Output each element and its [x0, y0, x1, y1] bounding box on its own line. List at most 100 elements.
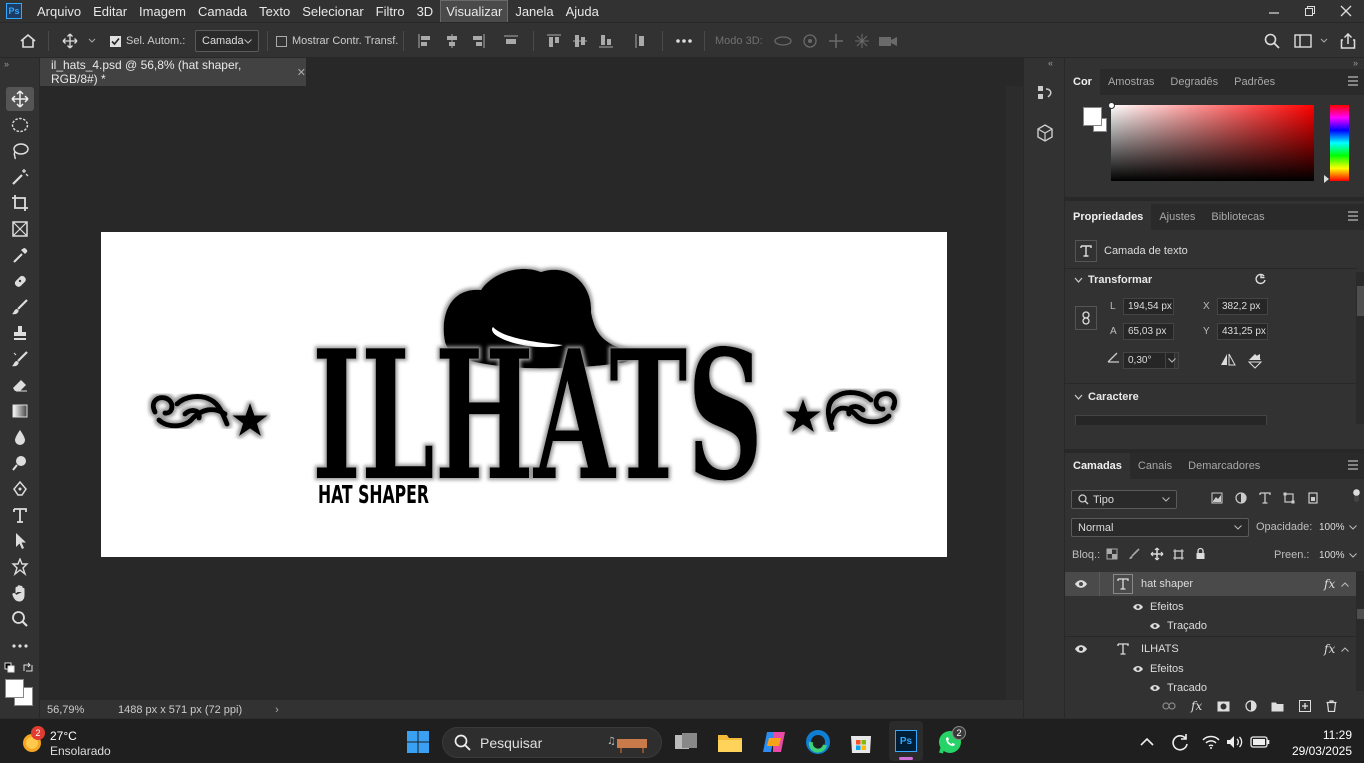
photoshop-taskbar-icon[interactable]: Ps [889, 721, 923, 761]
roll-3d-icon[interactable] [800, 23, 820, 59]
file-explorer-icon[interactable] [715, 719, 745, 763]
transform-collapse-icon[interactable] [1074, 277, 1083, 283]
status-expand-icon[interactable]: › [275, 704, 279, 716]
collapse-right-panels-icon[interactable]: » [1353, 58, 1358, 68]
collapse-panels-icon[interactable]: « [1048, 58, 1053, 68]
filter-smart-object-icon[interactable] [1307, 492, 1319, 504]
color-field[interactable] [1108, 102, 1314, 181]
distribute-vertical-icon[interactable] [632, 23, 650, 59]
fill-field[interactable]: 100% [1315, 546, 1349, 565]
volume-icon[interactable] [1225, 719, 1245, 763]
dodge-tool-icon[interactable] [6, 451, 34, 475]
tab-degrades[interactable]: Degradês [1162, 69, 1226, 95]
clock-date[interactable]: 29/03/2025 [1280, 744, 1352, 758]
tab-propriedades[interactable]: Propriedades [1065, 204, 1152, 230]
default-colors-icon[interactable] [4, 662, 16, 674]
align-left-icon[interactable] [416, 23, 434, 59]
link-layers-icon[interactable] [1162, 702, 1176, 710]
lock-position-icon[interactable] [1150, 547, 1164, 561]
menu-janela[interactable]: Janela [510, 1, 558, 22]
share-icon[interactable] [1338, 23, 1358, 59]
shape-tool-icon[interactable] [6, 555, 34, 579]
minimize-icon[interactable] [1256, 0, 1292, 22]
camera-3d-icon[interactable] [877, 23, 899, 59]
swap-colors-icon[interactable] [22, 662, 34, 674]
reset-transform-icon[interactable] [1254, 273, 1267, 286]
fx-icon[interactable]: fx [1324, 642, 1335, 656]
link-dimensions-icon[interactable] [1075, 306, 1097, 330]
tab-canais[interactable]: Canais [1130, 453, 1180, 479]
flip-vertical-icon[interactable] [1248, 353, 1262, 369]
lock-artboard-icon[interactable] [1172, 548, 1185, 561]
pan-3d-icon[interactable] [826, 23, 846, 59]
menu-selecionar[interactable]: Selecionar [297, 1, 368, 22]
crop-tool-icon[interactable] [6, 191, 34, 215]
hue-slider-handle[interactable] [1324, 175, 1329, 183]
task-view-icon[interactable] [672, 719, 700, 763]
brush-tool-icon[interactable] [6, 295, 34, 319]
more-options-icon[interactable] [674, 23, 694, 59]
new-layer-icon[interactable] [1299, 700, 1311, 712]
tab-camadas[interactable]: Camadas [1065, 453, 1130, 479]
collapse-effects-icon[interactable] [1341, 581, 1349, 587]
fx-icon[interactable]: fx [1324, 577, 1335, 591]
menu-camada[interactable]: Camada [193, 1, 252, 22]
layer-row-ilhats[interactable]: ILHATS fx [1065, 637, 1357, 661]
menu-editar[interactable]: Editar [88, 1, 132, 22]
tab-amostras[interactable]: Amostras [1100, 69, 1162, 95]
align-center-icon[interactable] [443, 23, 461, 59]
menu-texto[interactable]: Texto [254, 1, 295, 22]
canvas-vertical-scrollbar[interactable] [1006, 86, 1023, 700]
filter-type-icon[interactable] [1259, 492, 1271, 504]
restore-icon[interactable] [1292, 0, 1328, 22]
delete-layer-icon[interactable] [1326, 700, 1337, 712]
windows-start-icon[interactable] [404, 719, 432, 763]
color-picker-handle[interactable] [1108, 102, 1115, 109]
healing-brush-tool-icon[interactable] [6, 269, 34, 293]
fill-dropdown-icon[interactable] [1349, 553, 1357, 558]
tab-bibliotecas[interactable]: Bibliotecas [1203, 204, 1272, 230]
character-collapse-icon[interactable] [1074, 394, 1083, 400]
history-panel-icon[interactable] [1034, 82, 1056, 104]
filter-toggle[interactable] [1352, 488, 1361, 503]
hand-tool-icon[interactable] [6, 581, 34, 605]
height-field[interactable]: 65,03 px [1123, 323, 1174, 340]
collapse-effects-icon[interactable] [1341, 646, 1349, 652]
slide-3d-icon[interactable] [852, 23, 872, 59]
visibility-eye-icon[interactable] [1149, 622, 1161, 630]
sync-icon[interactable] [1170, 719, 1190, 763]
workspace-icon[interactable] [1292, 23, 1332, 59]
collapse-toolbar-icon[interactable]: » [4, 59, 9, 69]
weather-widget-icon[interactable]: 2 [20, 719, 46, 763]
battery-icon[interactable] [1249, 719, 1271, 763]
color-panel-foreground-swatch[interactable] [1083, 107, 1102, 126]
show-transform-checkbox[interactable] [276, 35, 287, 47]
path-select-tool-icon[interactable] [6, 529, 34, 553]
angle-dropdown-icon[interactable] [1165, 352, 1179, 369]
opacity-field[interactable]: 100% [1315, 518, 1349, 537]
frame-tool-icon[interactable] [6, 217, 34, 241]
menu-visualizar[interactable]: Visualizar [440, 0, 509, 23]
align-bottom-icon[interactable] [597, 23, 615, 59]
visibility-eye-icon[interactable] [1132, 603, 1144, 611]
hue-slider[interactable] [1324, 105, 1349, 183]
filter-shape-icon[interactable] [1283, 492, 1295, 504]
photoshop-logo-icon[interactable]: Ps [6, 3, 22, 19]
show-hidden-icons-icon[interactable] [1138, 719, 1156, 763]
add-style-fx-icon[interactable]: fx [1191, 699, 1202, 713]
type-tool-icon[interactable] [6, 503, 34, 527]
layer-row-hat-shaper[interactable]: hat shaper fx [1065, 572, 1357, 596]
blur-tool-icon[interactable] [6, 425, 34, 449]
filter-pixel-icon[interactable] [1211, 492, 1223, 504]
layer-effect-stroke-row[interactable]: Traçado [1065, 678, 1357, 691]
x-position-field[interactable]: 382,2 px [1217, 298, 1268, 315]
eyedropper-tool-icon[interactable] [6, 243, 34, 267]
add-mask-icon[interactable] [1217, 701, 1230, 712]
tab-demarcadores[interactable]: Demarcadores [1180, 453, 1268, 479]
font-family-dropdown[interactable] [1075, 415, 1267, 425]
menu-arquivo[interactable]: Arquivo [32, 1, 86, 22]
edit-toolbar-icon[interactable] [6, 634, 34, 658]
width-field[interactable]: 194,54 px [1123, 298, 1174, 315]
3d-panel-icon[interactable] [1034, 122, 1056, 144]
flip-horizontal-icon[interactable] [1220, 353, 1236, 367]
